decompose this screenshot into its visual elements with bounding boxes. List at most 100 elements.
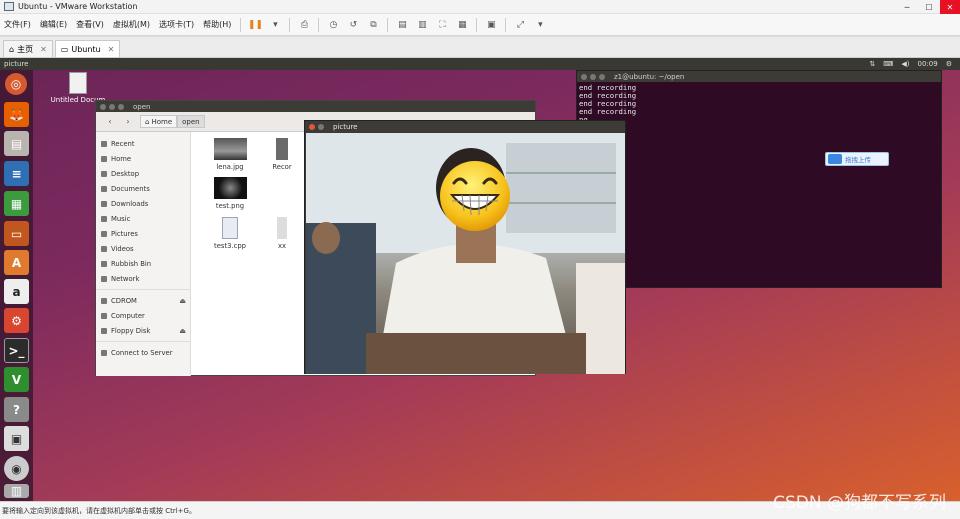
tab-ubuntu[interactable]: ▭ Ubuntu ✕ <box>54 40 121 57</box>
sidebar-item-cdrom[interactable]: CDROM ⏏ <box>96 293 190 308</box>
file-item[interactable]: test.png <box>200 177 260 210</box>
stretch-icon[interactable]: ⤢ <box>513 18 527 32</box>
files-icon[interactable]: ▤ <box>4 131 29 156</box>
thumbnail-icon[interactable]: ▥ <box>415 18 429 32</box>
clock[interactable]: 00:09 <box>918 60 938 68</box>
settings-gear-icon[interactable]: ⚙ <box>946 60 952 68</box>
terminal-output[interactable]: end recording end recording end recording e… <box>577 82 941 287</box>
camera-frame <box>306 133 625 374</box>
back-icon[interactable]: ‹ <box>104 116 116 128</box>
calc-icon[interactable]: ▦ <box>4 191 29 216</box>
file-item[interactable]: test3.cpp <box>200 217 260 250</box>
csdn-watermark: CSDN @狗都不写系列 <box>773 493 946 513</box>
maximize-button[interactable]: ☐ <box>918 0 940 14</box>
terminal-window[interactable]: z1@ubuntu: ~/open end recording end recor… <box>576 70 942 288</box>
picture-window[interactable]: picture <box>304 120 626 374</box>
fullscreen-icon[interactable]: ⛶ <box>435 18 449 32</box>
file-label: test3.cpp <box>214 242 246 250</box>
eject-icon[interactable]: ⏏ <box>179 297 186 305</box>
sidebar-item-computer[interactable]: Computer <box>96 308 190 323</box>
home-icon: ⌂ <box>145 117 150 126</box>
sidebar-item-documents[interactable]: Documents <box>96 181 190 196</box>
dropdown-icon[interactable]: ▾ <box>533 18 547 32</box>
sidebar-label: Documents <box>111 184 150 193</box>
minimize-button[interactable]: ─ <box>896 0 918 14</box>
terminal-line: ng <box>579 205 939 213</box>
minimize-window-icon[interactable] <box>590 73 596 80</box>
sidebar-item-recent[interactable]: Recent <box>96 136 190 151</box>
trash-icon[interactable]: ▥ <box>4 484 29 498</box>
sidebar-item-rubbish-bin[interactable]: Rubbish Bin <box>96 256 190 271</box>
sidebar-item-videos[interactable]: Videos <box>96 241 190 256</box>
vmware-logo-icon <box>4 2 14 11</box>
keyboard-icon[interactable]: ⌨ <box>883 60 893 68</box>
eject-icon[interactable]: ⏏ <box>179 327 186 335</box>
breadcrumb-open[interactable]: open <box>177 115 205 128</box>
unity-icon[interactable]: ▦ <box>455 18 469 32</box>
firefox-icon[interactable]: 🦊 <box>4 102 29 127</box>
maximize-window-icon[interactable] <box>599 73 605 80</box>
sidebar-item-home[interactable]: Home <box>96 151 190 166</box>
document-icon <box>101 185 107 192</box>
upload-widget[interactable]: 拖拽上传 <box>825 152 889 166</box>
sidebar-item-connect-to-server[interactable]: Connect to Server <box>96 345 190 360</box>
terminal-icon[interactable]: >_ <box>4 338 29 363</box>
video-icon <box>101 245 107 252</box>
menu-edit[interactable]: 编辑(E) <box>40 19 67 30</box>
sidebar-item-music[interactable]: Music <box>96 211 190 226</box>
menu-help[interactable]: 帮助(H) <box>203 19 231 30</box>
close-window-icon[interactable] <box>100 103 106 110</box>
writer-icon[interactable]: ≡ <box>4 161 29 186</box>
file-item[interactable]: Recor <box>262 138 302 171</box>
floppy-icon[interactable]: ▣ <box>4 426 29 451</box>
file-item[interactable]: lena.jpg <box>200 138 260 171</box>
menu-file[interactable]: 文件(F) <box>4 19 31 30</box>
minimize-window-icon[interactable] <box>109 103 115 110</box>
close-tab-icon[interactable]: ✕ <box>40 45 47 54</box>
status-text: 要将输入定向到该虚拟机，请在虚拟机内部单击或按 Ctrl+G。 <box>2 506 196 515</box>
clock-icon <box>101 140 107 147</box>
maximize-window-icon[interactable] <box>118 103 124 110</box>
dash-icon[interactable]: ◎ <box>5 73 27 95</box>
amazon-icon[interactable]: a <box>4 279 29 304</box>
system-settings-icon[interactable]: ⚙ <box>4 308 29 333</box>
network-icon[interactable]: ⇅ <box>869 60 875 68</box>
sidebar-item-desktop[interactable]: Desktop <box>96 166 190 181</box>
dropdown-icon[interactable]: ▾ <box>268 18 282 32</box>
close-window-icon[interactable] <box>581 73 587 80</box>
revert-snapshot-icon[interactable]: ↺ <box>346 18 360 32</box>
minimize-window-icon[interactable] <box>318 123 324 130</box>
snapshot-icon[interactable]: ◷ <box>326 18 340 32</box>
impress-icon[interactable]: ▭ <box>4 221 29 246</box>
library-icon[interactable]: ▤ <box>395 18 409 32</box>
help-icon[interactable]: ? <box>4 397 29 422</box>
vmware-tabbar: ⌂ 主页 ✕ ▭ Ubuntu ✕ <box>0 37 960 58</box>
file-label: xx <box>277 242 287 250</box>
menu-tabs[interactable]: 选项卡(T) <box>159 19 194 30</box>
sidebar-item-floppy-disk[interactable]: Floppy Disk ⏏ <box>96 323 190 338</box>
guest-screen[interactable]: picture ⇅ ⌨ ◀) 00:09 ⚙ ◎ 🦊 ▤ ≡ ▦ ▭ A a ⚙… <box>0 58 960 501</box>
volume-icon[interactable]: ◀) <box>901 60 909 68</box>
sidebar-label: CDROM <box>111 296 137 305</box>
menu-vm[interactable]: 虚拟机(M) <box>113 19 150 30</box>
software-center-icon[interactable]: A <box>4 250 29 275</box>
sidebar-item-downloads[interactable]: Downloads <box>96 196 190 211</box>
forward-icon[interactable]: › <box>122 116 134 128</box>
send-ctrl-alt-del-icon[interactable]: ⎙ <box>297 18 311 32</box>
close-button[interactable]: ✕ <box>940 0 960 14</box>
window-title: Ubuntu - VMware Workstation <box>18 2 138 11</box>
tab-home[interactable]: ⌂ 主页 ✕ <box>3 40 53 57</box>
close-tab-icon[interactable]: ✕ <box>108 45 115 54</box>
pause-icon[interactable]: ❚❚ <box>248 18 263 32</box>
file-icon <box>277 217 287 239</box>
sidebar-item-pictures[interactable]: Pictures <box>96 226 190 241</box>
menu-view[interactable]: 查看(V) <box>76 19 104 30</box>
file-item[interactable]: xx <box>262 217 302 250</box>
dvd-icon[interactable]: ◉ <box>4 456 29 481</box>
vim-icon[interactable]: V <box>4 367 29 392</box>
snapshot-manager-icon[interactable]: ⧉ <box>366 18 380 32</box>
close-window-icon[interactable] <box>309 123 315 130</box>
sidebar-item-network[interactable]: Network <box>96 271 190 286</box>
console-icon[interactable]: ▣ <box>484 18 498 32</box>
breadcrumb-home[interactable]: ⌂ Home <box>140 115 178 128</box>
